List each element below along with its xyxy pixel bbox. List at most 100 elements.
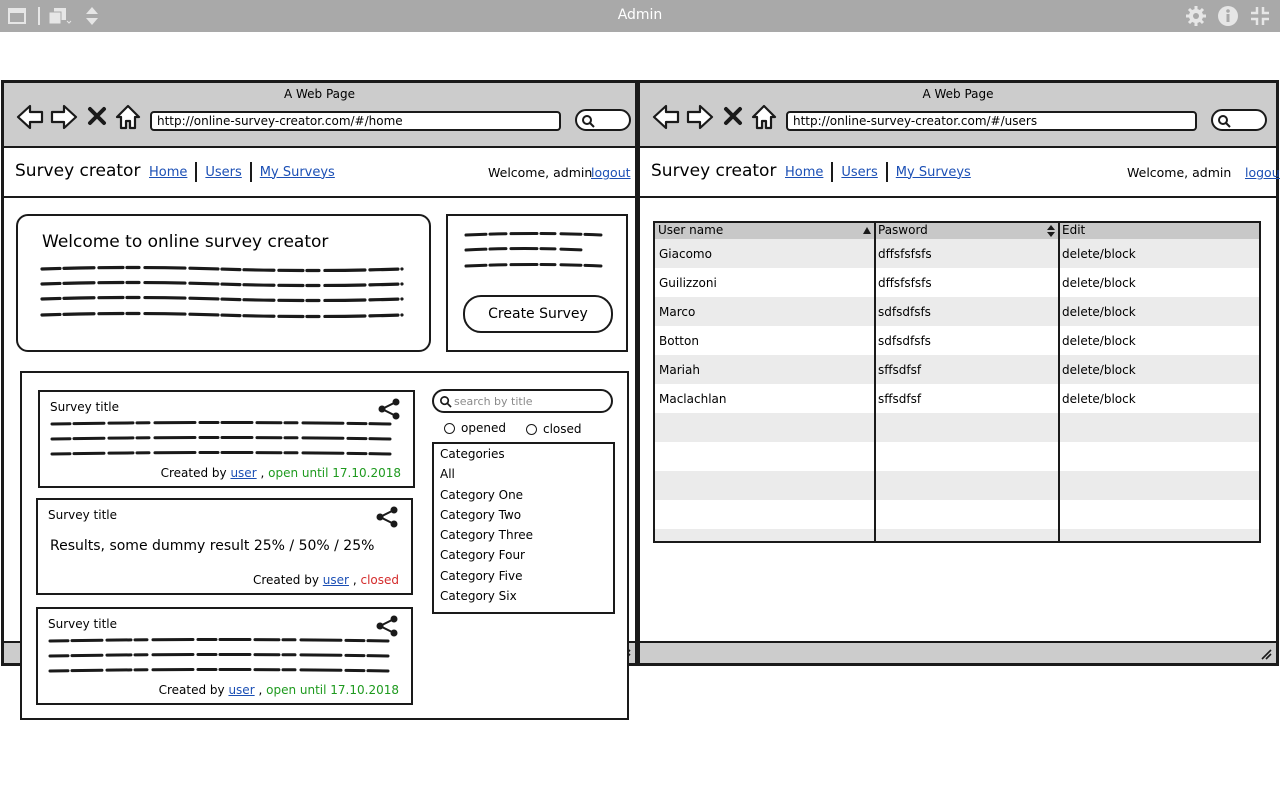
cell-edit-action[interactable]: delete/block (1062, 276, 1136, 290)
forward-arrow-icon[interactable] (50, 103, 78, 131)
filter-closed-radio[interactable]: closed (526, 422, 582, 436)
filter-opened-label: opened (461, 421, 506, 435)
table-row[interactable]: Marco sdfsdfsfs delete/block (655, 297, 1259, 326)
back-arrow-icon[interactable] (16, 103, 44, 131)
share-icon[interactable] (377, 398, 401, 420)
sort-asc-icon[interactable] (863, 227, 871, 234)
nav-home-link[interactable]: Home (785, 165, 823, 180)
browser-footer (640, 641, 1276, 663)
column-divider (874, 223, 876, 541)
resize-handle-icon[interactable] (1260, 648, 1272, 660)
window-title: A Web Page (283, 87, 356, 101)
close-icon[interactable] (86, 103, 108, 131)
placeholder-text (50, 421, 392, 456)
author-link[interactable]: user (323, 573, 349, 587)
table-row-empty (655, 471, 1259, 500)
radio-circle[interactable] (444, 422, 455, 434)
placeholder-text (48, 638, 390, 673)
table-row-empty (655, 529, 1259, 541)
brand-title: Survey creator (651, 161, 777, 181)
cell-edit-action[interactable]: delete/block (1062, 247, 1136, 261)
category-item[interactable]: Category One (434, 485, 613, 505)
home-icon[interactable] (750, 103, 778, 131)
fullscreen-icon[interactable] (1249, 6, 1271, 26)
nav-my-surveys-link[interactable]: My Surveys (260, 165, 335, 180)
cell-password: sdfsdfsfs (878, 334, 931, 348)
sort-icon[interactable] (1047, 225, 1055, 237)
header-edit[interactable]: Edit (1059, 223, 1259, 239)
cell-password: sffsdfsf (878, 392, 922, 406)
info-icon[interactable] (1217, 6, 1239, 26)
category-item[interactable]: Category Six (434, 586, 613, 606)
survey-results: Results, some dummy result 25% / 50% / 2… (50, 538, 375, 554)
nav-users-link[interactable]: Users (841, 165, 877, 180)
close-icon[interactable] (722, 103, 744, 131)
share-icon[interactable] (375, 506, 399, 528)
survey-card[interactable]: Survey title Created by user , open unti… (38, 390, 415, 488)
address-bar[interactable]: http://online-survey-creator.com/#/users (786, 111, 1197, 131)
logout-link[interactable]: logout (1245, 165, 1280, 180)
status-open: open until 17.10.2018 (266, 683, 399, 697)
browser-search-field[interactable] (1211, 109, 1267, 131)
category-item[interactable]: Category Four (434, 545, 613, 565)
header-password[interactable]: Pasword (875, 223, 1059, 239)
search-title-input[interactable]: search by title (432, 389, 613, 413)
cell-edit-action[interactable]: delete/block (1062, 363, 1136, 377)
survey-card[interactable]: Survey title Created by user , open unti… (36, 607, 413, 705)
cell-user-name: Maclachlan (659, 392, 727, 406)
nav-users-link[interactable]: Users (205, 165, 241, 180)
author-link[interactable]: user (230, 466, 256, 480)
forward-arrow-icon[interactable] (686, 103, 714, 131)
create-survey-button[interactable]: Create Survey (463, 295, 613, 333)
search-icon (440, 396, 452, 408)
brand-title: Survey creator (15, 161, 141, 181)
table-row[interactable]: Giacomo dffsfsfsfs delete/block (655, 239, 1259, 268)
search-icon (582, 115, 595, 128)
category-item[interactable]: Category Five (434, 566, 613, 586)
welcome-user-text: Welcome, admin (488, 165, 593, 180)
header-label: User name (658, 223, 724, 237)
category-item[interactable]: Category Three (434, 525, 613, 545)
survey-title: Survey title (50, 400, 120, 414)
created-by-label: Created by (252, 573, 319, 587)
welcome-box: Welcome to online survey creator (16, 214, 431, 352)
home-icon[interactable] (114, 103, 142, 131)
cell-edit-action[interactable]: delete/block (1062, 392, 1136, 406)
share-icon[interactable] (375, 615, 399, 637)
nav-home-link[interactable]: Home (149, 165, 187, 180)
table-row[interactable]: Guilizzoni dffsfsfsfs delete/block (655, 268, 1259, 297)
cell-edit-action[interactable]: delete/block (1062, 334, 1136, 348)
cell-edit-action[interactable]: delete/block (1062, 305, 1136, 319)
site-navbar: Survey creator Home Users My Surveys Wel… (4, 148, 635, 198)
browser-search-field[interactable] (575, 109, 631, 131)
author-link[interactable]: user (228, 683, 254, 697)
placeholder-text (40, 265, 404, 319)
survey-meta: Created by user , open until 17.10.2018 (161, 466, 401, 480)
filter-opened-radio[interactable]: opened (444, 421, 506, 435)
gear-icon[interactable] (1185, 6, 1207, 26)
address-bar[interactable]: http://online-survey-creator.com/#/home (150, 111, 561, 131)
logout-link[interactable]: logout (591, 165, 631, 180)
category-item[interactable]: Category Two (434, 505, 613, 525)
nav-divider (195, 162, 198, 182)
created-by-label: Created by (158, 683, 225, 697)
cell-password: dffsfsfsfs (878, 247, 932, 261)
welcome-user-text: Welcome, admin (1127, 165, 1232, 180)
header-label: Edit (1062, 223, 1086, 237)
category-item[interactable]: All (434, 464, 613, 484)
survey-title: Survey title (48, 617, 118, 631)
survey-card[interactable]: Survey title Results, some dummy result … (36, 498, 413, 595)
nav-my-surveys-link[interactable]: My Surveys (896, 165, 971, 180)
back-arrow-icon[interactable] (652, 103, 680, 131)
site-navbar: Survey creator Home Users My Surveys Wel… (640, 148, 1280, 198)
cell-user-name: Guilizzoni (659, 276, 717, 290)
radio-circle[interactable] (526, 423, 537, 435)
header-user-name[interactable]: User name (655, 223, 875, 239)
nav-divider (831, 162, 834, 182)
status-closed: closed (360, 573, 399, 587)
table-row[interactable]: Mariah sffsdfsf delete/block (655, 355, 1259, 384)
table-row[interactable]: Botton sdfsdfsfs delete/block (655, 326, 1259, 355)
table-row[interactable]: Maclachlan sffsdfsf delete/block (655, 384, 1259, 413)
category-list[interactable]: Categories All Category One Category Two… (432, 442, 615, 614)
welcome-heading: Welcome to online survey creator (42, 232, 329, 252)
